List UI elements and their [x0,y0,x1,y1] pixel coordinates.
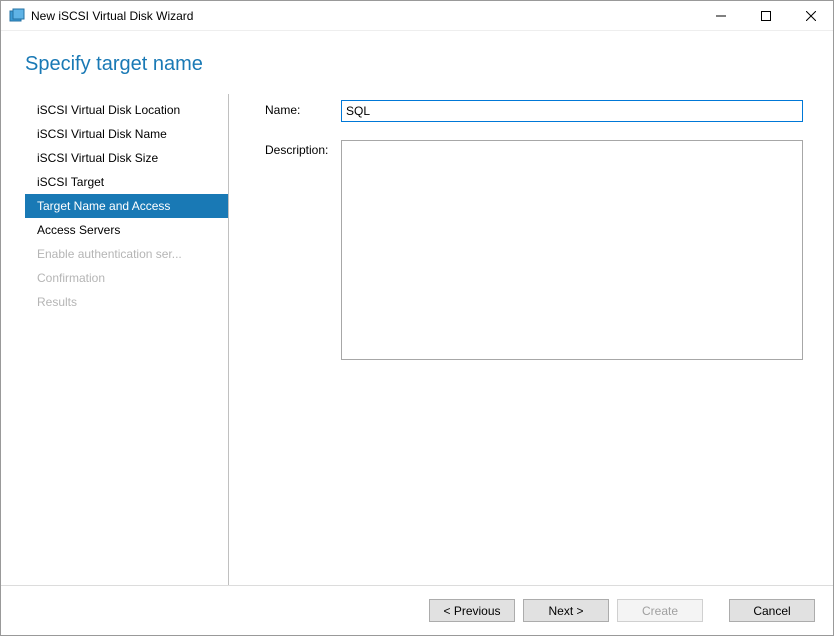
step-enable-authentication: Enable authentication ser... [25,242,228,266]
page-header: Specify target name [1,31,833,94]
window-title: New iSCSI Virtual Disk Wizard [31,9,698,23]
step-disk-size[interactable]: iSCSI Virtual Disk Size [25,146,228,170]
maximize-button[interactable] [743,1,788,31]
description-label: Description: [265,140,341,157]
step-access-servers[interactable]: Access Servers [25,218,228,242]
minimize-button[interactable] [698,1,743,31]
description-row: Description: [265,140,803,360]
name-row: Name: [265,100,803,122]
name-input[interactable] [341,100,803,122]
step-confirmation: Confirmation [25,266,228,290]
description-textarea[interactable] [341,140,803,360]
step-results: Results [25,290,228,314]
close-button[interactable] [788,1,833,31]
main-pane: Name: Description: [229,94,809,585]
wizard-icon [9,8,25,24]
button-bar: < Previous Next > Create Cancel [1,585,833,635]
window-controls [698,1,833,31]
wizard-steps-sidebar: iSCSI Virtual Disk Location iSCSI Virtua… [25,94,229,585]
titlebar: New iSCSI Virtual Disk Wizard [1,1,833,31]
cancel-button[interactable]: Cancel [729,599,815,622]
step-disk-name[interactable]: iSCSI Virtual Disk Name [25,122,228,146]
next-button[interactable]: Next > [523,599,609,622]
content: iSCSI Virtual Disk Location iSCSI Virtua… [1,94,833,585]
step-disk-location[interactable]: iSCSI Virtual Disk Location [25,98,228,122]
step-iscsi-target[interactable]: iSCSI Target [25,170,228,194]
name-label: Name: [265,100,341,117]
previous-button[interactable]: < Previous [429,599,515,622]
create-button: Create [617,599,703,622]
page-title: Specify target name [25,53,809,76]
step-target-name-access[interactable]: Target Name and Access [25,194,228,218]
